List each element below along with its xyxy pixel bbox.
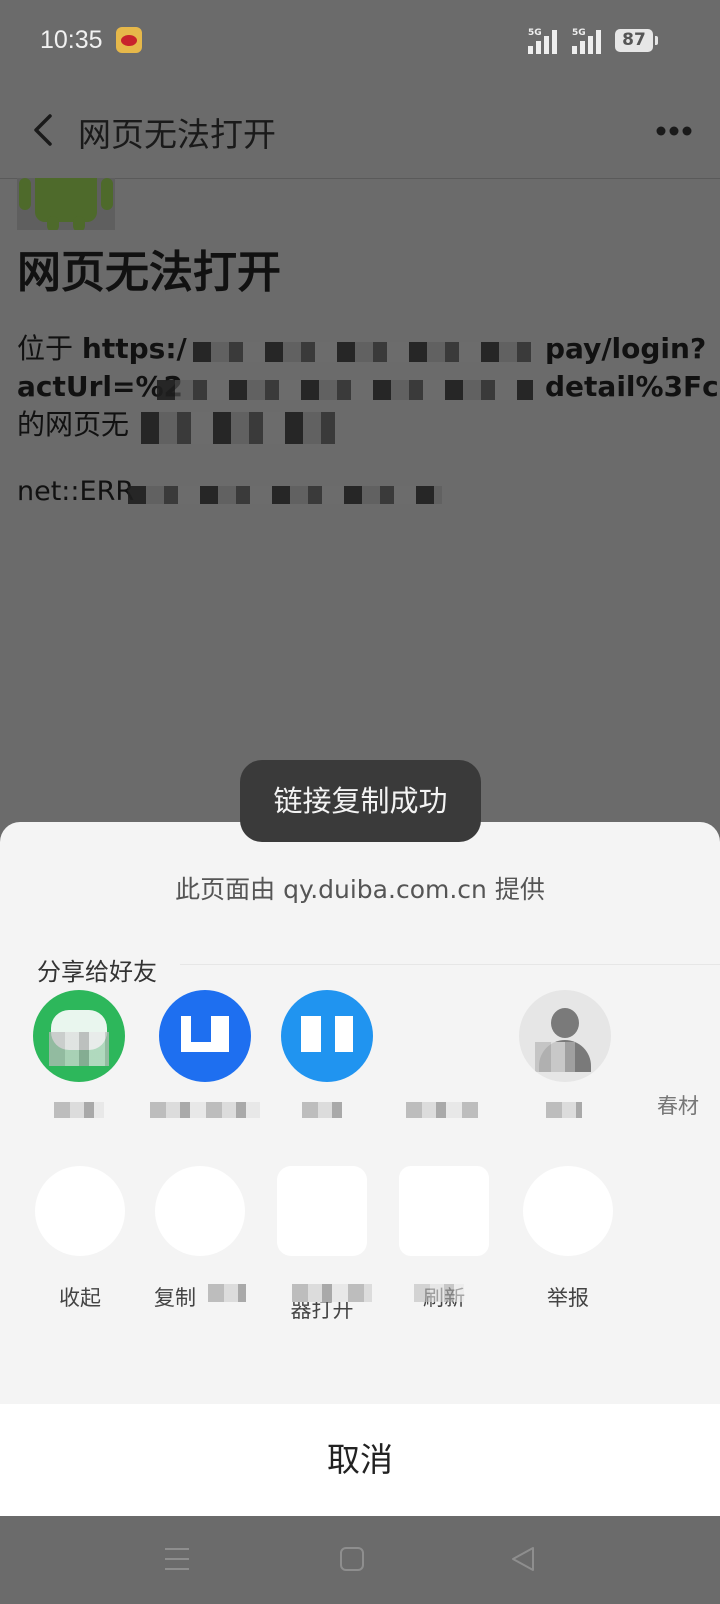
app-icon: [159, 990, 251, 1082]
error-code: net::ERR: [17, 476, 135, 507]
action-label: 收起: [59, 1286, 101, 1310]
page-title: 网页无法打开: [78, 115, 276, 154]
divider: [180, 964, 720, 965]
share-section-label: 分享给好友: [37, 958, 157, 986]
share-target-more[interactable]: 春材: [640, 1090, 716, 1118]
share-target-name: 春材: [657, 1094, 699, 1118]
weibo-notification-icon: [116, 27, 142, 53]
android-robot-icon: [17, 178, 115, 230]
signal-icon: 5G: [528, 28, 562, 54]
status-bar: 10:35 5G 5G 87: [0, 0, 720, 82]
collapse-button[interactable]: 收起: [20, 1166, 140, 1312]
error-description: 位于 https:/pay/login? actUrl=%2 detail%3Fc…: [17, 330, 720, 444]
avatar-icon: [519, 990, 611, 1082]
collapse-icon: [35, 1166, 125, 1256]
url-text: https:/: [81, 332, 187, 365]
back-arrow-icon[interactable]: [28, 112, 64, 148]
browser-icon: [277, 1166, 367, 1256]
action-label: 举报: [547, 1286, 589, 1310]
open-in-browser-button[interactable]: 器打开: [262, 1166, 382, 1324]
more-options-icon[interactable]: [656, 126, 692, 136]
app-icon: [281, 990, 373, 1082]
system-nav-bar: [0, 1516, 720, 1604]
copy-icon: [155, 1166, 245, 1256]
app-icon: [403, 990, 495, 1082]
report-button[interactable]: 举报: [508, 1166, 628, 1312]
back-icon[interactable]: [508, 1544, 538, 1574]
share-target-app[interactable]: [150, 990, 260, 1128]
refresh-button[interactable]: 刷新: [384, 1166, 504, 1312]
top-nav-bar: 网页无法打开: [0, 82, 720, 179]
report-icon: [523, 1166, 613, 1256]
error-heading: 网页无法打开: [17, 247, 281, 298]
copy-link-button[interactable]: 复制: [140, 1166, 260, 1312]
home-icon[interactable]: [337, 1544, 367, 1574]
status-time: 10:35: [40, 26, 103, 54]
battery-icon: 87: [615, 29, 658, 52]
share-target-app[interactable]: [394, 990, 504, 1128]
toast-message: 链接复制成功: [240, 760, 481, 842]
provider-text: 此页面由 qy.duiba.com.cn 提供: [175, 875, 545, 904]
cancel-button[interactable]: 取消: [0, 1404, 720, 1516]
share-target-wechat[interactable]: [24, 990, 134, 1128]
share-target-contact[interactable]: [510, 990, 620, 1128]
redacted-mosaic: [128, 486, 442, 504]
refresh-icon: [399, 1166, 489, 1256]
cancel-area: 取消: [0, 1404, 720, 1516]
menu-icon[interactable]: [162, 1544, 192, 1574]
wechat-icon: [33, 990, 125, 1082]
signal-icon: 5G: [572, 28, 606, 54]
share-target-app[interactable]: [272, 990, 382, 1128]
